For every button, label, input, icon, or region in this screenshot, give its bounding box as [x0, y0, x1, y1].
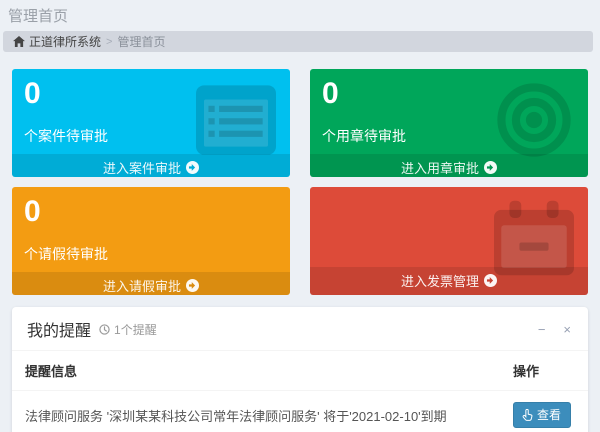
breadcrumb-root-label: 正道律所系统: [29, 33, 101, 50]
panel-tools: − ×: [536, 321, 573, 338]
enter-invoice-management-link[interactable]: 进入发票管理: [310, 267, 588, 295]
table-row: 法律顾问服务 '深圳某某科技公司常年法律顾问服务' 将于'2021-02-10'…: [12, 391, 588, 432]
breadcrumb-separator: >: [106, 36, 112, 48]
stat-card-invoice: 进入发票管理: [310, 187, 588, 295]
arrow-circle-right-icon: [484, 161, 497, 174]
enter-leave-approval-label: 进入请假审批: [103, 276, 181, 295]
reminders-table: 提醒信息 操作 法律顾问服务 '深圳某某科技公司常年法律顾问服务' 将于'202…: [12, 351, 588, 432]
reminders-count-badge: 1个提醒: [99, 321, 157, 338]
arrow-circle-right-icon: [484, 274, 497, 287]
reminders-panel-header: 我的提醒 1个提醒 − ×: [12, 307, 588, 351]
hand-pointer-icon: [522, 409, 533, 421]
seal-pending-label: 个用章待审批: [322, 126, 576, 146]
leave-pending-count: 0: [24, 195, 278, 230]
reminder-message: 法律顾问服务 '深圳某某科技公司常年法律顾问服务' 将于'2021-02-10'…: [12, 391, 500, 432]
clock-icon: [99, 324, 110, 335]
breadcrumb-home-link[interactable]: 正道律所系统: [13, 33, 101, 50]
cases-pending-count: 0: [24, 77, 278, 112]
seal-pending-count: 0: [322, 77, 576, 112]
enter-leave-approval-link[interactable]: 进入请假审批: [12, 272, 290, 296]
enter-invoice-management-label: 进入发票管理: [401, 271, 479, 290]
close-button[interactable]: ×: [561, 321, 573, 338]
reminders-panel: 我的提醒 1个提醒 − × 提醒信息 操作 法律顾问服务 '深圳某某科技公司常年…: [12, 307, 588, 432]
arrow-circle-right-icon: [186, 279, 199, 292]
view-button-label: 查看: [537, 406, 561, 423]
column-header-message: 提醒信息: [12, 351, 500, 391]
enter-seal-approval-label: 进入用章审批: [401, 158, 479, 177]
reminders-panel-title: 我的提醒: [27, 317, 91, 341]
breadcrumb: 正道律所系统 > 管理首页: [3, 31, 593, 52]
stat-card-cases: 0 个案件待审批 进入案件审批: [12, 69, 290, 177]
stat-card-seal: 0 个用章待审批 进入用章审批: [310, 69, 588, 177]
leave-pending-label: 个请假待审批: [24, 244, 278, 264]
arrow-circle-right-icon: [186, 161, 199, 174]
minimize-button[interactable]: −: [536, 321, 548, 338]
enter-case-approval-link[interactable]: 进入案件审批: [12, 154, 290, 178]
home-icon: [13, 36, 25, 47]
view-button[interactable]: 查看: [513, 402, 571, 428]
enter-seal-approval-link[interactable]: 进入用章审批: [310, 154, 588, 178]
stat-card-leave: 0 个请假待审批 进入请假审批: [12, 187, 290, 295]
breadcrumb-current: 管理首页: [117, 33, 165, 50]
enter-case-approval-label: 进入案件审批: [103, 158, 181, 177]
column-header-action: 操作: [500, 351, 588, 391]
page-title: 管理首页: [8, 5, 600, 26]
stat-tiles: 0 个案件待审批 进入案件审批 0 个用章待审批: [12, 69, 588, 295]
reminders-count-label: 1个提醒: [114, 321, 157, 338]
cases-pending-label: 个案件待审批: [24, 126, 278, 146]
